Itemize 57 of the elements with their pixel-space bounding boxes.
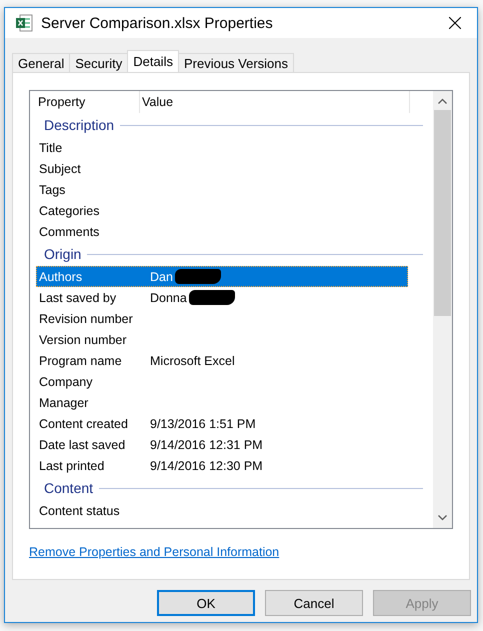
dialog-button[interactable]: OK xyxy=(157,590,255,616)
property-name: Tags xyxy=(38,182,66,196)
chevron-up-icon[interactable] xyxy=(438,98,447,104)
property-value: 9/13/2016 1:51 PM xyxy=(149,416,256,430)
property-name: Version number xyxy=(38,332,128,346)
property-row[interactable]: Content status xyxy=(36,500,408,521)
property-value: Donna xyxy=(149,290,187,304)
property-name: Date last saved xyxy=(38,438,126,452)
tab[interactable]: Security xyxy=(69,53,128,72)
property-row[interactable]: Authors Dan xyxy=(36,266,408,287)
property-name: Manager xyxy=(38,396,90,410)
scrollbar-thumb[interactable] xyxy=(434,110,451,316)
property-name: Subject xyxy=(38,162,82,176)
property-row[interactable]: Title xyxy=(36,137,408,158)
property-value: 9/14/2016 12:30 PM xyxy=(149,458,263,472)
property-name: Last printed xyxy=(38,458,106,472)
spreadsheet-file-icon xyxy=(15,14,33,32)
property-name: Content created xyxy=(38,416,129,430)
property-row[interactable]: Date last saved 9/14/2016 12:31 PM xyxy=(36,434,408,455)
property-name: Revision number xyxy=(38,312,134,326)
property-row[interactable]: Program name Microsoft Excel xyxy=(36,350,408,371)
property-name: Content status xyxy=(38,504,121,518)
property-value: Dan xyxy=(149,270,173,284)
section-heading: Origin xyxy=(44,246,82,262)
property-name: Program name xyxy=(38,354,123,368)
tab[interactable]: General xyxy=(12,53,70,72)
scrollbar[interactable] xyxy=(433,91,452,528)
property-name: Categories xyxy=(38,204,100,218)
window-title: Server Comparison.xlsx Properties xyxy=(41,14,274,32)
property-row[interactable]: Tags xyxy=(36,179,408,200)
column-header[interactable]: Property xyxy=(36,91,140,113)
property-row[interactable]: Comments xyxy=(36,221,408,242)
tab[interactable]: Previous Versions xyxy=(178,53,294,72)
section-heading: Description xyxy=(44,117,114,133)
property-row[interactable]: Version number xyxy=(36,329,408,350)
property-value: Microsoft Excel xyxy=(149,354,235,368)
property-row[interactable]: Categories xyxy=(36,200,408,221)
property-value: 9/14/2016 12:31 PM xyxy=(149,438,263,452)
remove-properties-link[interactable]: Remove Properties and Personal Information xyxy=(29,545,280,559)
property-row[interactable]: Revision number xyxy=(36,308,408,329)
close-icon xyxy=(449,17,461,29)
tab[interactable]: Details xyxy=(127,50,179,72)
property-name: Last saved by xyxy=(38,290,118,304)
property-row[interactable]: Last saved by Donna xyxy=(36,287,408,308)
column-header[interactable]: Value xyxy=(140,91,410,113)
dialog-button[interactable]: Cancel xyxy=(265,590,363,616)
property-name: Company xyxy=(38,374,94,388)
property-name: Comments xyxy=(38,224,100,238)
property-row[interactable]: Company xyxy=(36,371,408,392)
property-row[interactable]: Subject xyxy=(36,158,408,179)
property-row[interactable]: Content created 9/13/2016 1:51 PM xyxy=(36,413,408,434)
property-name: Authors xyxy=(38,270,84,284)
section-heading: Content xyxy=(44,480,94,496)
property-row[interactable]: Manager xyxy=(36,392,408,413)
chevron-down-icon[interactable] xyxy=(438,515,447,521)
property-name: Title xyxy=(38,140,64,154)
property-row[interactable]: Last printed 9/14/2016 12:30 PM xyxy=(36,455,408,476)
